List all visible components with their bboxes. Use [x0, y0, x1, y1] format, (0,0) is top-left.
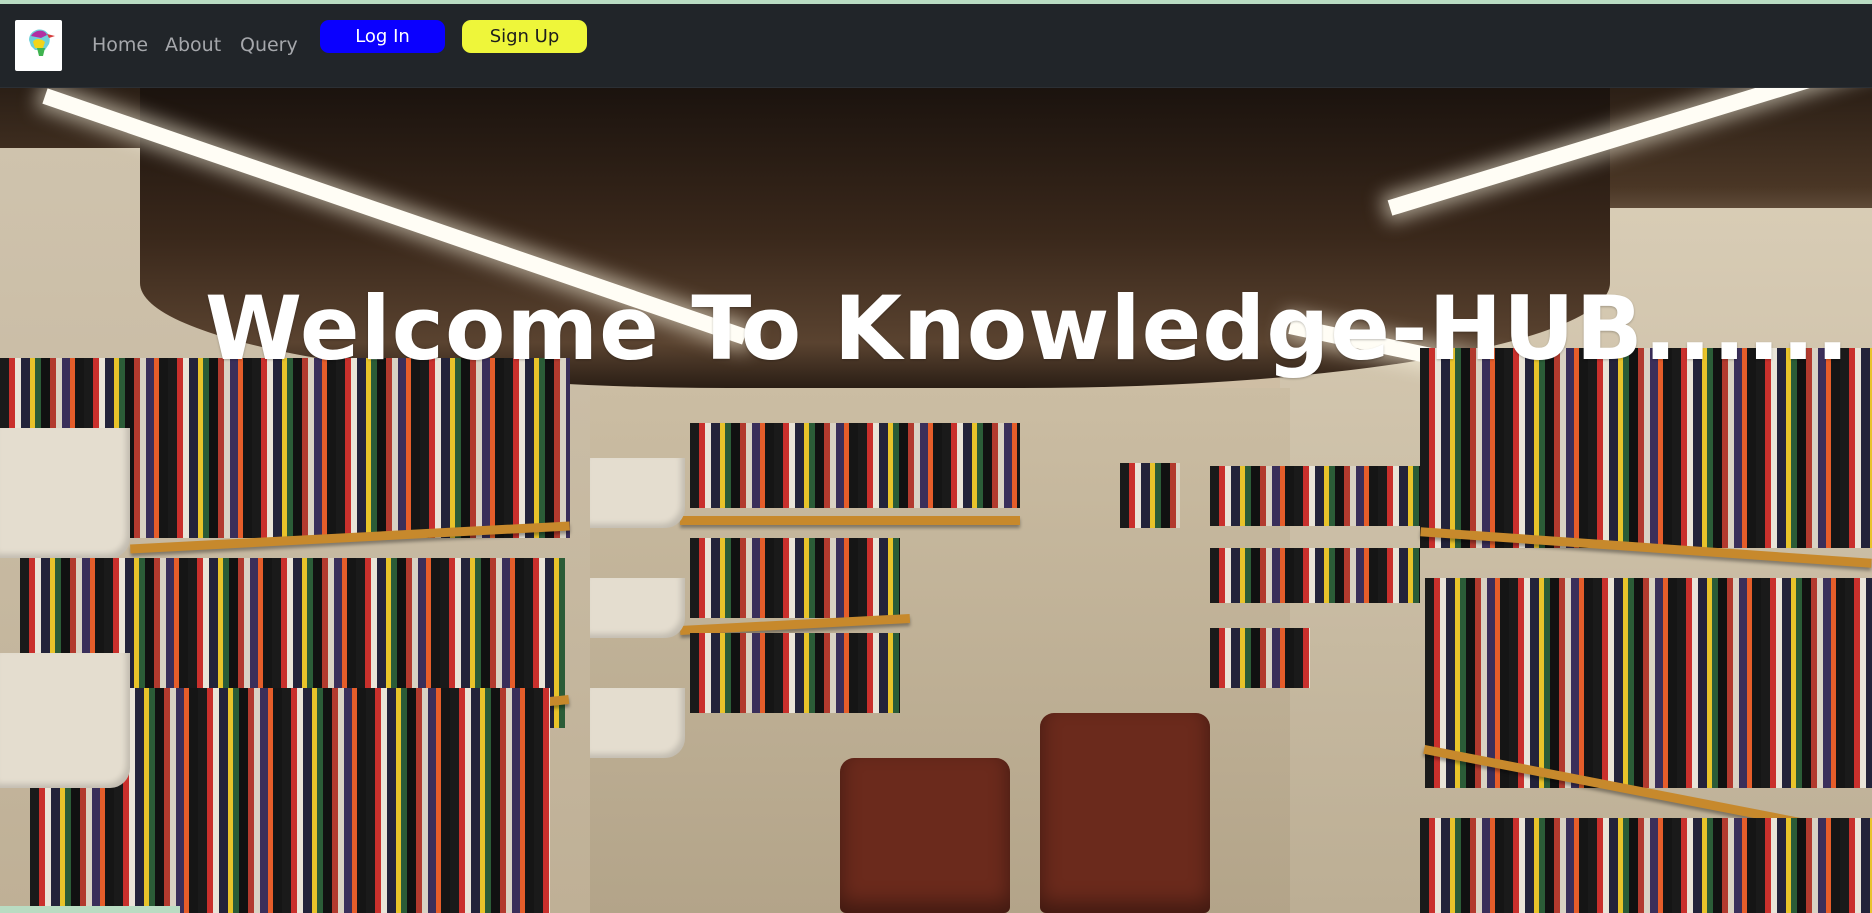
bookshelf-right-bottom — [1420, 818, 1872, 913]
shelf-bracket — [590, 458, 685, 528]
shelf-board — [680, 516, 1020, 525]
nav-home-link[interactable]: Home — [92, 34, 148, 56]
hero-library-background: Welcome To Knowledge-HUB...... — [0, 88, 1872, 913]
bookshelf-center-middle — [690, 538, 900, 618]
shelf-bracket — [590, 688, 685, 758]
bookshelf-far-right-top — [1210, 466, 1420, 526]
bookshelf-far-right-bottom — [1210, 628, 1310, 688]
shelf-bracket — [0, 428, 130, 558]
bookshelf-right-middle — [1425, 578, 1872, 788]
hero-title: Welcome To Knowledge-HUB...... — [205, 276, 1851, 380]
knowledge-hub-logo-icon[interactable] — [15, 20, 62, 71]
nav-about-link[interactable]: About — [165, 34, 221, 56]
nav-query-link[interactable]: Query — [240, 34, 298, 56]
shelf-bracket — [590, 578, 685, 638]
bottom-accent-strip — [0, 906, 180, 913]
armchair-left — [840, 758, 1010, 913]
bookshelf-far-right-middle — [1210, 548, 1420, 603]
bookshelf-center-top — [690, 423, 1020, 508]
bookshelf-far-small — [1120, 463, 1180, 528]
logo-mark — [28, 28, 55, 56]
shelf-bracket — [0, 653, 130, 788]
signup-button[interactable]: Sign Up — [462, 20, 587, 53]
navbar: Home About Query Log In Sign Up — [0, 4, 1872, 88]
armchair-right — [1040, 713, 1210, 913]
login-button[interactable]: Log In — [320, 20, 445, 53]
bookshelf-center-bottom — [690, 633, 900, 713]
